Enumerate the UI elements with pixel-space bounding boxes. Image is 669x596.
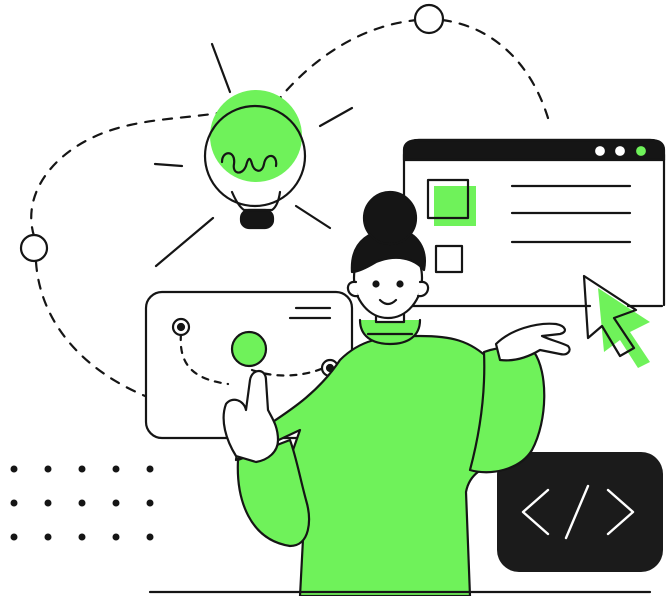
browser-window bbox=[402, 138, 666, 310]
illustration-canvas bbox=[10, 3, 666, 596]
lightbulb-icon bbox=[153, 42, 354, 268]
window-controls-icon bbox=[592, 143, 649, 159]
code-panel bbox=[497, 452, 663, 572]
orbit-node-left bbox=[19, 233, 49, 263]
dot-grid bbox=[10, 465, 154, 541]
orbit-node-top bbox=[413, 3, 445, 35]
map-pin-icon bbox=[171, 317, 191, 337]
